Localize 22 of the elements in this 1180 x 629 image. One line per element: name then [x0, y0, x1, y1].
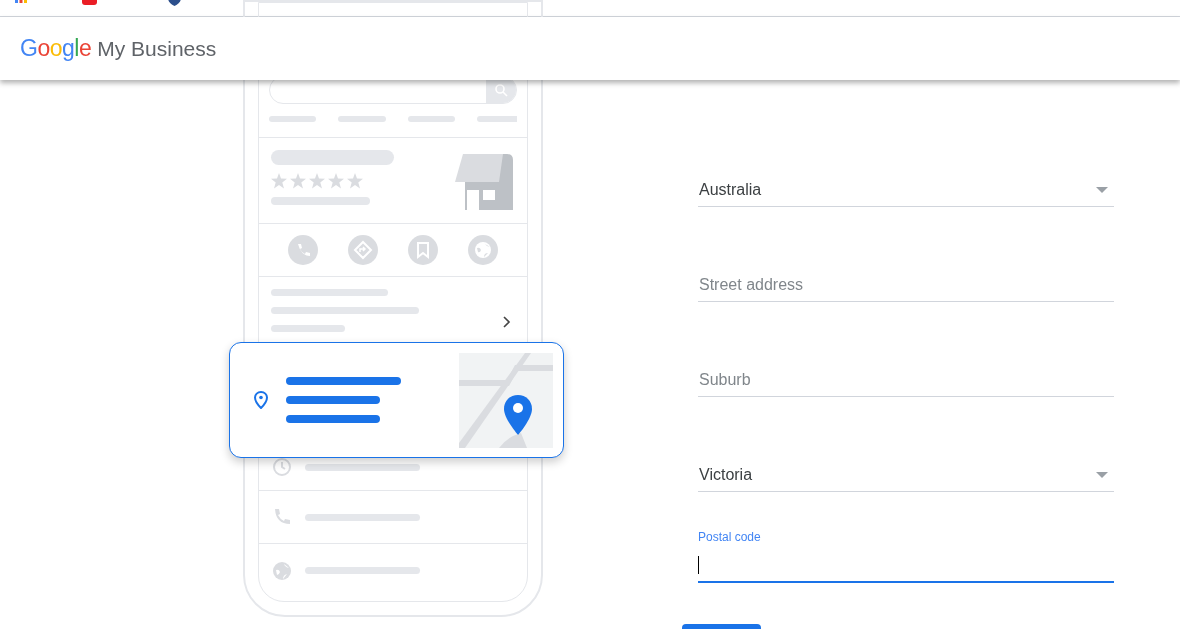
dropdown-arrow-icon — [1096, 472, 1108, 478]
dropdown-arrow-icon — [1096, 187, 1108, 193]
field-label: Postal code — [698, 530, 761, 544]
country-select[interactable]: Australia — [698, 174, 1114, 207]
phone-action-icon — [288, 235, 318, 265]
skeleton-bar — [338, 116, 386, 122]
directions-action-icon — [348, 235, 378, 265]
country-select[interactable]: Victoria — [698, 459, 1114, 492]
location-pin-icon — [254, 391, 268, 409]
globe-icon — [273, 561, 291, 580]
product-name: My Business — [97, 36, 217, 63]
phone-icon — [273, 508, 291, 526]
skeleton-bar — [269, 116, 317, 122]
chevron-right-icon — [503, 316, 511, 328]
search-icon — [494, 83, 508, 97]
skeleton-bar — [477, 116, 517, 122]
clock-icon — [273, 458, 291, 476]
bookmark-action-icon — [408, 235, 438, 265]
skeleton-bar — [407, 116, 456, 122]
brand-logo: Google — [20, 34, 92, 64]
globe-action-icon — [468, 235, 498, 265]
storefront-icon — [455, 154, 515, 210]
